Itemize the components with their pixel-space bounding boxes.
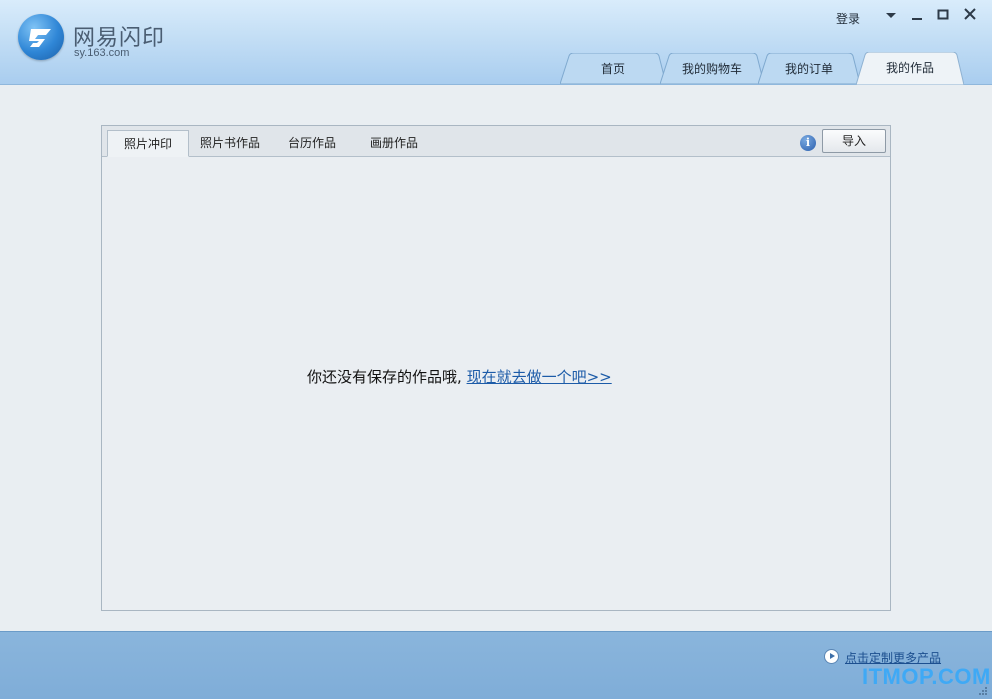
arrow-right-circle-icon[interactable] [824, 649, 839, 664]
tab-my-works-label: 我的作品 [885, 61, 934, 75]
watermark-logo: ITMOP.COM [862, 664, 991, 689]
netease-logo-icon [18, 14, 64, 60]
login-button[interactable]: 登录 [836, 10, 860, 27]
info-icon[interactable]: i [800, 135, 816, 151]
close-icon[interactable] [961, 6, 979, 24]
subtab-album[interactable]: 画册作品 [356, 130, 432, 156]
empty-state-text: 你还没有保存的作品哦, [307, 368, 462, 386]
minimize-icon[interactable] [908, 6, 926, 24]
app-url: sy.163.com [74, 47, 130, 59]
footer-bar: 点击定制更多产品 ITMOP.COM [0, 631, 992, 699]
tab-orders-label: 我的订单 [784, 62, 833, 76]
tab-home-label: 首页 [600, 62, 625, 76]
resize-grip-icon[interactable] [978, 685, 988, 695]
tab-cart[interactable]: 我的购物车 [660, 53, 764, 84]
tab-my-works[interactable]: 我的作品 [856, 52, 964, 85]
tab-cart-label: 我的购物车 [681, 62, 742, 76]
empty-state-message: 你还没有保存的作品哦, 现在就去做一个吧>> [307, 366, 612, 387]
works-panel: 照片冲印 照片书作品 台历作品 画册作品 i 导入 你还没有保存的作品哦, 现在… [101, 125, 891, 611]
subtab-photo-print[interactable]: 照片冲印 [107, 130, 189, 157]
menu-dropdown-icon[interactable] [882, 6, 900, 24]
subtab-calendar[interactable]: 台历作品 [274, 130, 350, 156]
import-button[interactable]: 导入 [822, 129, 886, 153]
create-now-link[interactable]: 现在就去做一个吧>> [467, 368, 612, 386]
maximize-icon[interactable] [934, 6, 952, 24]
subtab-photobook[interactable]: 照片书作品 [192, 130, 268, 156]
title-bar: 网易闪印 sy.163.com 登录 首页 我的购物车 我的订单 我的作品 [0, 0, 992, 85]
tab-orders[interactable]: 我的订单 [758, 53, 860, 84]
tab-home[interactable]: 首页 [560, 53, 666, 84]
works-subtab-bar: 照片冲印 照片书作品 台历作品 画册作品 i 导入 [102, 126, 890, 157]
